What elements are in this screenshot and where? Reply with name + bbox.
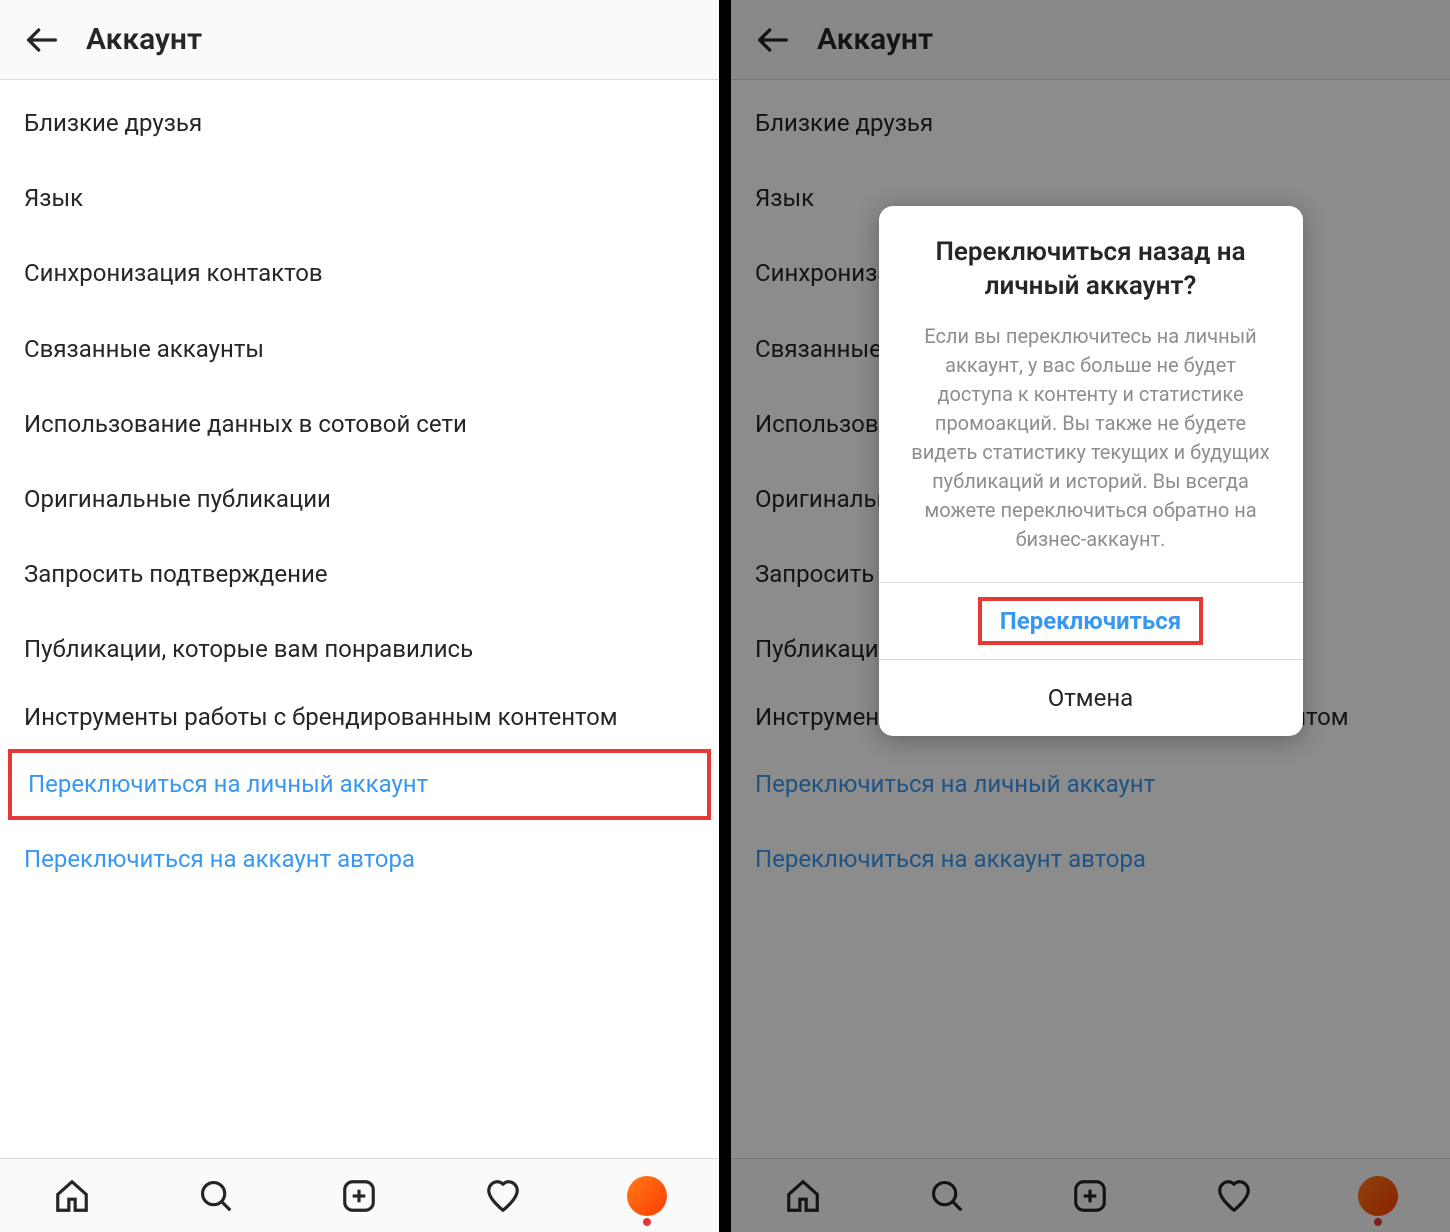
screen-right: Аккаунт Близкие друзья Язык Синхронизаци… [725,0,1450,1232]
highlight-switch-personal: Переключиться на личный аккаунт [8,749,711,820]
menu-original-posts[interactable]: Оригинальные публикации [0,462,719,537]
dialog-cancel-button[interactable]: Отмена [879,660,1303,736]
home-icon[interactable] [50,1174,94,1218]
menu-request-verification[interactable]: Запросить подтверждение [0,537,719,612]
search-icon[interactable] [194,1174,238,1218]
heart-icon[interactable] [481,1174,525,1218]
link-switch-personal[interactable]: Переключиться на личный аккаунт [28,769,691,800]
menu-close-friends[interactable]: Близкие друзья [0,86,719,161]
back-arrow-icon[interactable] [18,16,66,64]
menu-sync-contacts[interactable]: Синхронизация контактов [0,236,719,311]
dialog-body: Если вы переключитесь на личный аккаунт,… [879,316,1303,582]
menu-cellular-data[interactable]: Использование данных в сотовой сети [0,387,719,462]
settings-list: Близкие друзья Язык Синхронизация контак… [0,80,719,1158]
menu-branded-content-tools[interactable]: Инструменты работы с брендированным конт… [0,688,719,747]
header: Аккаунт [0,0,719,80]
menu-language[interactable]: Язык [0,161,719,236]
notification-dot-icon [643,1218,651,1226]
dialog-title: Переключиться назад на личный аккаунт? [879,206,1303,316]
screen-left: Аккаунт Близкие друзья Язык Синхронизаци… [0,0,725,1232]
page-title: Аккаунт [86,22,202,57]
avatar-icon [627,1176,667,1216]
profile-avatar[interactable] [625,1174,669,1218]
dialog-confirm-button[interactable]: Переключиться [879,583,1303,659]
add-post-icon[interactable] [337,1174,381,1218]
link-switch-creator[interactable]: Переключиться на аккаунт автора [0,822,719,897]
confirm-dialog: Переключиться назад на личный аккаунт? Е… [879,206,1303,736]
highlight-confirm: Переключиться [978,597,1203,645]
menu-liked-posts[interactable]: Публикации, которые вам понравились [0,612,719,687]
menu-linked-accounts[interactable]: Связанные аккаунты [0,312,719,387]
bottom-nav [0,1158,719,1232]
